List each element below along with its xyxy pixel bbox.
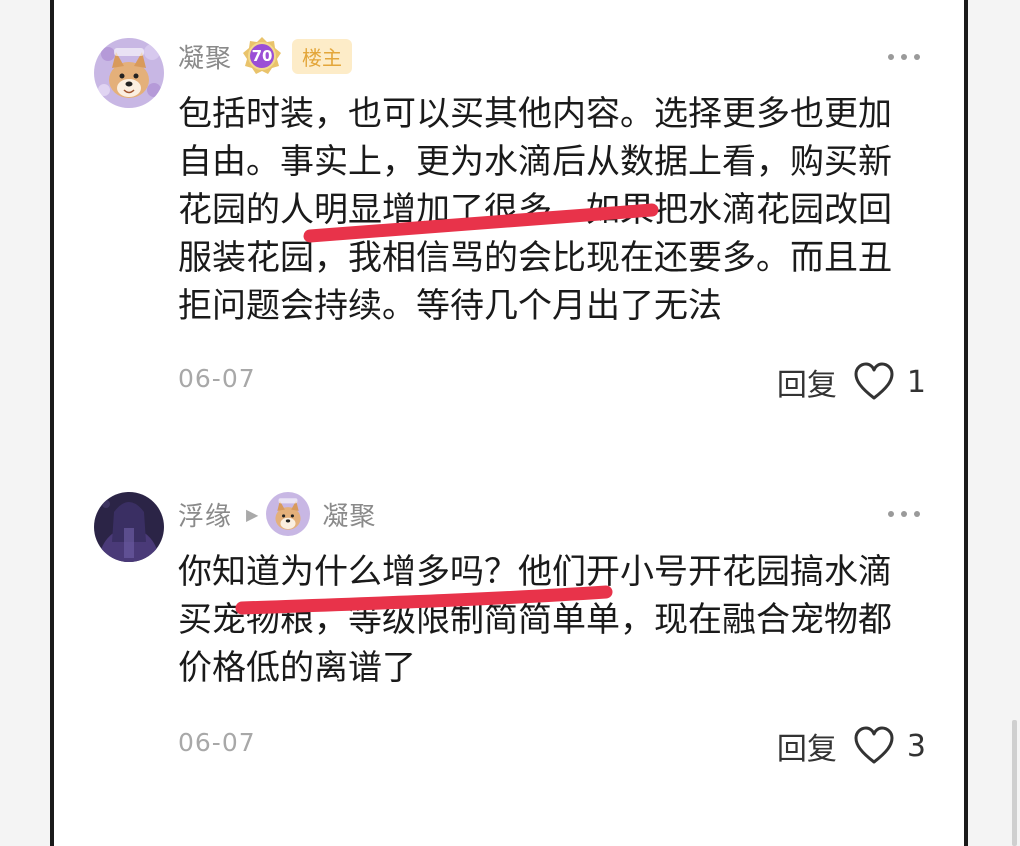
heart-outline-icon[interactable] [853, 362, 895, 402]
avatar[interactable] [94, 492, 164, 562]
comment-date: 06-07 [178, 364, 256, 393]
comment-actions: 回复 3 [777, 724, 926, 768]
comment-item: 凝聚 70 楼主 包括时装，也可以买其他内容。选择更多也更加自由。事实上，更为水… [54, 0, 964, 440]
like-count: 1 [906, 364, 926, 400]
comment-header: 浮缘 ▶ 凝聚 [178, 492, 376, 536]
comment-body: 包括时装，也可以买其他内容。选择更多也更加自由。事实上，更为水滴后从数据上看，购… [178, 94, 892, 326]
reply-target-avatar[interactable] [266, 492, 311, 536]
more-dots-icon[interactable] [888, 51, 920, 63]
username[interactable]: 凝聚 [178, 38, 232, 75]
more-dots-icon[interactable] [888, 508, 920, 520]
comment-header: 凝聚 70 楼主 [178, 36, 353, 76]
like-count: 3 [906, 728, 926, 764]
comment-list: 凝聚 70 楼主 包括时装，也可以买其他内容。选择更多也更加自由。事实上，更为水… [50, 0, 968, 846]
triangle-right-icon: ▶ [246, 504, 259, 524]
comment-body: 你知道为什么增多吗？他们开小号开花园搞水滴买宠物粮，等级限制简简单单，现在融合宠… [178, 552, 892, 688]
comment-item: 浮缘 ▶ 凝聚 你知道为什么增多吗？他们开小号开花园搞水滴买宠物粮，等级限制简简… [54, 470, 964, 846]
level-number: 70 [251, 47, 273, 65]
reply-button[interactable]: 回复 [777, 724, 837, 768]
scrollbar[interactable] [1012, 720, 1017, 846]
avatar[interactable] [94, 38, 164, 108]
username[interactable]: 浮缘 [178, 496, 232, 533]
comment-actions: 回复 1 [777, 360, 926, 404]
level-badge-icon: 70 [242, 36, 282, 76]
reply-button[interactable]: 回复 [777, 360, 837, 404]
comment-date: 06-07 [178, 728, 256, 757]
heart-outline-icon[interactable] [853, 726, 895, 766]
reply-target-username[interactable]: 凝聚 [322, 496, 376, 533]
owner-badge: 楼主 [292, 38, 353, 74]
